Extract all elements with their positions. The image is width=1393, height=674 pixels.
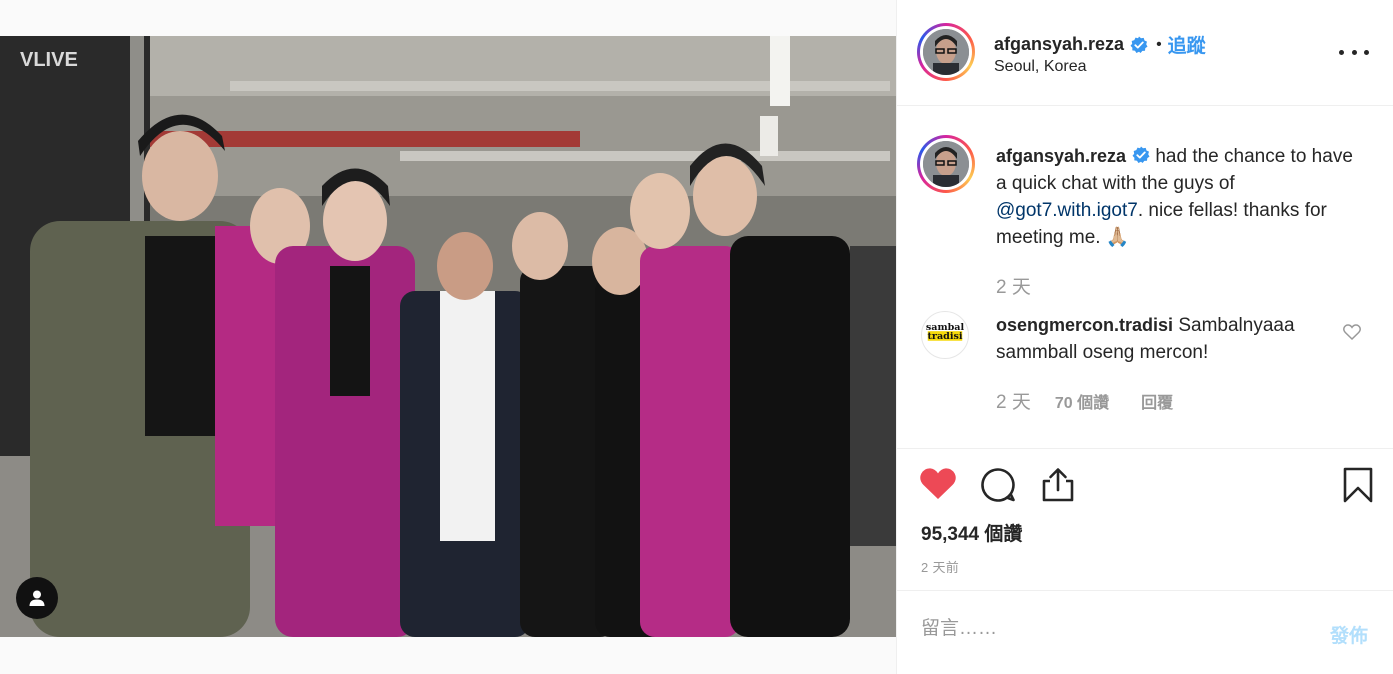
dot-icon (1351, 49, 1357, 55)
post-location[interactable]: Seoul, Korea (994, 58, 1087, 76)
heart-icon[interactable] (919, 467, 957, 501)
comment-heart-icon[interactable] (1343, 324, 1361, 340)
author-avatar-image (923, 29, 969, 75)
comment-likes[interactable]: 70 個讚 (1055, 389, 1109, 413)
post-header: afgansyah.reza • 追蹤 Seoul, Korea (897, 0, 1393, 106)
caption-author-avatar[interactable] (917, 135, 975, 193)
caption-time[interactable]: 2 天 (996, 272, 1031, 299)
more-options-button[interactable] (1339, 40, 1369, 64)
comment-time[interactable]: 2 天 (996, 387, 1031, 414)
svg-text:tradisi: tradisi (927, 331, 962, 342)
commenter-username[interactable]: osengmercon.tradisi (996, 315, 1173, 335)
commenter-avatar-logo: sambal tradisi (926, 322, 965, 342)
caption-avatar-image (923, 141, 969, 187)
photo-area: VLIVE (0, 0, 896, 674)
tagged-users-button[interactable] (16, 577, 58, 619)
follow-button[interactable]: 追蹤 (1168, 31, 1206, 58)
verified-badge-icon (1132, 146, 1150, 163)
comment-text: osengmercon.tradisi Sambalnyaaa sammball… (996, 312, 1336, 366)
author-username[interactable]: afgansyah.reza (994, 34, 1124, 55)
reply-button[interactable]: 回覆 (1141, 389, 1173, 413)
caption-text: afgansyah.reza had the chance to have a … (996, 143, 1356, 251)
post-photo[interactable]: VLIVE (0, 36, 896, 637)
comment-icon[interactable] (980, 467, 1016, 503)
mention-link[interactable]: @got7.with.igot7 (996, 200, 1138, 221)
dot-icon (1339, 49, 1344, 55)
share-icon[interactable] (1040, 467, 1076, 503)
comment-input[interactable] (921, 614, 1301, 644)
post-sidebar: afgansyah.reza • 追蹤 Seoul, Korea afgansy… (896, 0, 1393, 674)
caption-username[interactable]: afgansyah.reza (996, 146, 1126, 166)
verified-badge-icon (1130, 36, 1148, 53)
comment-meta: 2 天 70 個讚 回覆 (996, 387, 1173, 414)
post-timestamp[interactable]: 2 天前 (921, 557, 959, 576)
post-comment-button[interactable]: 發佈 (1330, 621, 1368, 648)
add-comment-box: 發佈 (897, 592, 1393, 674)
separator-dot: • (1156, 35, 1162, 53)
commenter-avatar[interactable]: sambal tradisi (921, 311, 969, 359)
vlive-sign: VLIVE (20, 49, 78, 71)
author-avatar[interactable] (917, 23, 975, 81)
post-actions: 95,344 個讚 2 天前 (897, 449, 1393, 591)
comments-section: afgansyah.reza had the chance to have a … (897, 106, 1393, 449)
likes-count[interactable]: 95,344 個讚 (921, 519, 1022, 546)
post-photo-illustration: VLIVE (0, 36, 896, 637)
bookmark-icon[interactable] (1342, 467, 1374, 503)
dot-icon (1364, 49, 1369, 55)
user-icon (29, 590, 45, 606)
